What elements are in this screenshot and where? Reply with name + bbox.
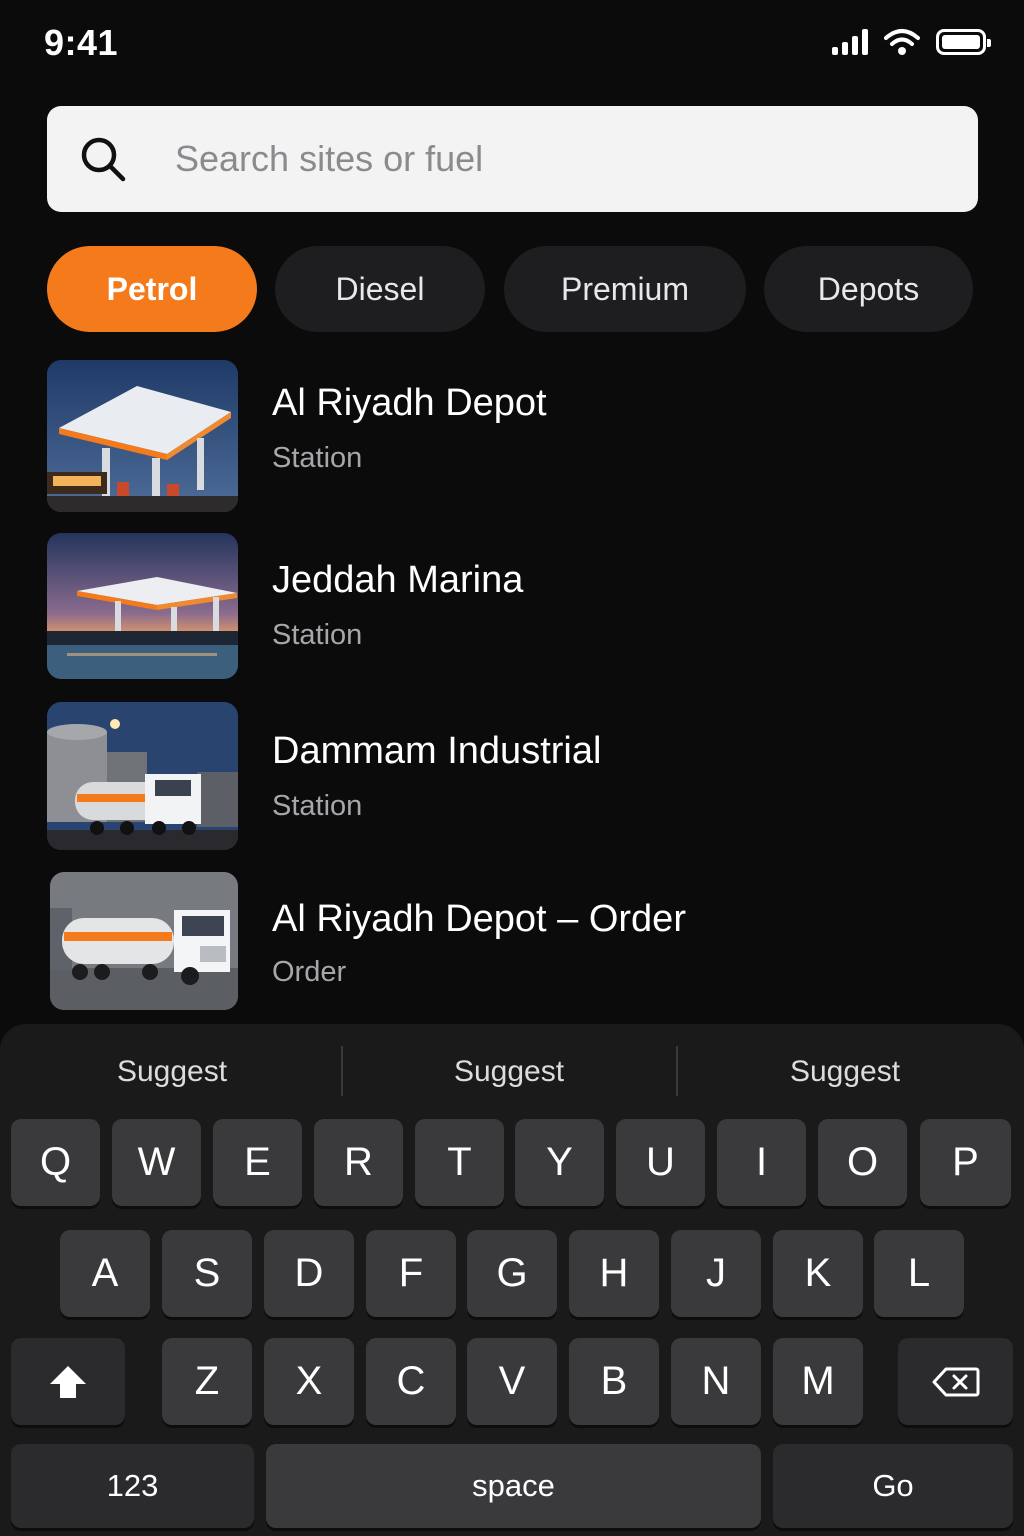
key-i[interactable]: I (717, 1119, 806, 1206)
waterfront-station-image (47, 533, 238, 679)
key-f[interactable]: F (366, 1230, 456, 1317)
result-title: Jeddah Marina (272, 559, 524, 601)
key-j[interactable]: J (671, 1230, 761, 1317)
suggestion-2[interactable]: Suggest (341, 1044, 677, 1100)
key-m[interactable]: M (773, 1338, 863, 1425)
result-title: Al Riyadh Depot – Order (272, 898, 686, 940)
suggestion-3[interactable]: Suggest (677, 1044, 1013, 1100)
key-l[interactable]: L (874, 1230, 964, 1317)
numbers-key[interactable]: 123 (11, 1444, 254, 1528)
backspace-key[interactable] (898, 1338, 1013, 1425)
key-d[interactable]: D (264, 1230, 354, 1317)
key-b[interactable]: B (569, 1338, 659, 1425)
key-x[interactable]: X (264, 1338, 354, 1425)
result-type: Order (272, 956, 347, 988)
status-bar: 9:41 (0, 0, 1024, 86)
result-thumbnail (47, 702, 238, 850)
key-k[interactable]: K (773, 1230, 863, 1317)
key-s[interactable]: S (162, 1230, 252, 1317)
search-bar[interactable] (47, 106, 978, 212)
battery-icon (936, 29, 991, 55)
fuel-tanker-truck-image (50, 872, 238, 1010)
key-r[interactable]: R (314, 1119, 403, 1206)
result-thumbnail (47, 533, 238, 679)
status-time: 9:41 (44, 22, 119, 63)
search-screen: 9:41 Petrol Diesel Premium Depots (0, 0, 1024, 1536)
key-c[interactable]: C (366, 1338, 456, 1425)
shift-key[interactable] (11, 1338, 125, 1425)
result-item[interactable]: Al Riyadh Depot Station (47, 360, 978, 512)
gas-station-image (47, 360, 238, 512)
result-type: Station (272, 619, 363, 651)
filter-chip-diesel[interactable]: Diesel (275, 246, 485, 332)
key-g[interactable]: G (467, 1230, 557, 1317)
suggestion-bar: Suggest Suggest Suggest (0, 1044, 1024, 1100)
go-key[interactable]: Go (773, 1444, 1013, 1528)
backspace-icon (932, 1367, 979, 1396)
key-u[interactable]: U (616, 1119, 705, 1206)
shift-arrow-icon (50, 1365, 86, 1398)
key-q[interactable]: Q (11, 1119, 100, 1206)
key-o[interactable]: O (818, 1119, 907, 1206)
result-item[interactable]: Dammam Industrial Station (47, 702, 978, 850)
result-type: Station (272, 790, 363, 822)
key-n[interactable]: N (671, 1338, 761, 1425)
key-e[interactable]: E (213, 1119, 302, 1206)
result-thumbnail (47, 360, 238, 512)
key-p[interactable]: P (920, 1119, 1011, 1206)
filter-chips: Petrol Diesel Premium Depots (47, 246, 978, 332)
filter-chip-petrol[interactable]: Petrol (47, 246, 257, 332)
result-item[interactable]: Al Riyadh Depot – Order Order (47, 872, 978, 1010)
result-title: Al Riyadh Depot (272, 382, 547, 424)
wifi-icon (884, 29, 920, 55)
key-t[interactable]: T (415, 1119, 504, 1206)
result-thumbnail (50, 872, 238, 1010)
status-icons (832, 28, 991, 56)
industrial-tanker-image (47, 702, 238, 850)
space-key[interactable]: space (266, 1444, 761, 1528)
result-item[interactable]: Jeddah Marina Station (47, 533, 978, 679)
search-input[interactable] (175, 138, 875, 180)
cellular-signal-icon (832, 29, 868, 55)
key-z[interactable]: Z (162, 1338, 252, 1425)
key-v[interactable]: V (467, 1338, 557, 1425)
filter-chip-premium[interactable]: Premium (504, 246, 746, 332)
key-a[interactable]: A (60, 1230, 150, 1317)
result-type: Station (272, 442, 363, 474)
onscreen-keyboard: Suggest Suggest Suggest Q W E R T Y U I … (0, 1024, 1024, 1536)
filter-chip-depots[interactable]: Depots (764, 246, 973, 332)
search-icon (81, 137, 126, 182)
result-title: Dammam Industrial (272, 730, 602, 772)
key-h[interactable]: H (569, 1230, 659, 1317)
suggestion-1[interactable]: Suggest (4, 1044, 340, 1100)
key-y[interactable]: Y (515, 1119, 604, 1206)
key-w[interactable]: W (112, 1119, 201, 1206)
